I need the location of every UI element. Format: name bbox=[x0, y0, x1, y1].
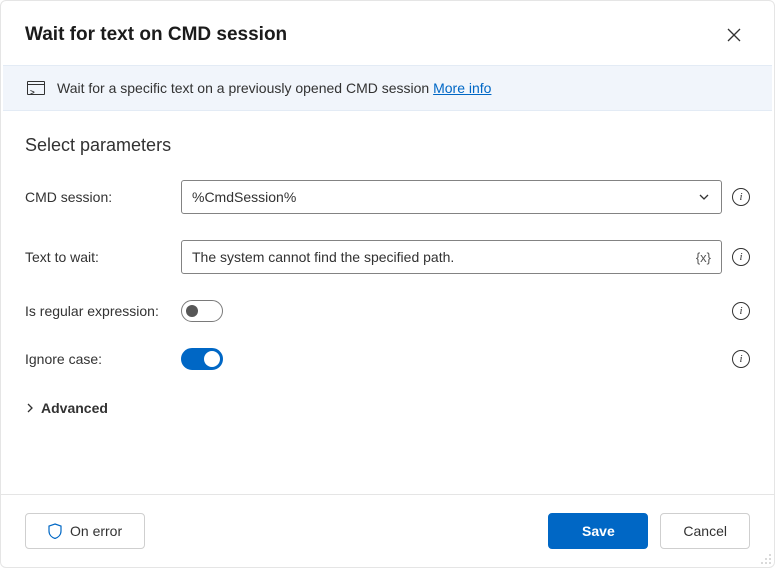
chevron-right-icon bbox=[25, 403, 35, 413]
chevron-down-icon bbox=[697, 190, 711, 204]
close-icon bbox=[727, 28, 741, 42]
footer-actions: Save Cancel bbox=[548, 513, 750, 549]
content-area: Select parameters CMD session: %CmdSessi… bbox=[1, 111, 774, 494]
info-icon[interactable]: i bbox=[732, 248, 750, 266]
advanced-expander[interactable]: Advanced bbox=[25, 396, 750, 420]
text-to-wait-label: Text to wait: bbox=[25, 249, 177, 265]
info-icon[interactable]: i bbox=[732, 302, 750, 320]
text-to-wait-input[interactable]: The system cannot find the specified pat… bbox=[181, 240, 722, 274]
banner-description: Wait for a specific text on a previously… bbox=[57, 80, 433, 96]
is-regex-row: Is regular expression: i bbox=[25, 300, 750, 322]
is-regex-label: Is regular expression: bbox=[25, 303, 177, 319]
save-button[interactable]: Save bbox=[548, 513, 648, 549]
shield-icon bbox=[48, 523, 62, 539]
info-banner: Wait for a specific text on a previously… bbox=[3, 65, 772, 111]
cmd-session-value: %CmdSession% bbox=[192, 189, 296, 205]
variable-icon[interactable]: {x} bbox=[696, 250, 711, 265]
on-error-button[interactable]: On error bbox=[25, 513, 145, 549]
toggle-knob bbox=[204, 351, 220, 367]
dialog-title: Wait for text on CMD session bbox=[25, 24, 287, 46]
more-info-link[interactable]: More info bbox=[433, 80, 491, 96]
info-icon[interactable]: i bbox=[732, 188, 750, 206]
cmd-session-row: CMD session: %CmdSession% i bbox=[25, 180, 750, 214]
info-icon[interactable]: i bbox=[732, 350, 750, 368]
text-to-wait-value: The system cannot find the specified pat… bbox=[192, 249, 454, 265]
text-to-wait-row: Text to wait: The system cannot find the… bbox=[25, 240, 750, 274]
banner-text: Wait for a specific text on a previously… bbox=[57, 80, 491, 96]
cmd-session-label: CMD session: bbox=[25, 189, 177, 205]
advanced-label: Advanced bbox=[41, 400, 108, 416]
cmd-session-select[interactable]: %CmdSession% bbox=[181, 180, 722, 214]
close-button[interactable] bbox=[718, 19, 750, 51]
resize-grip-icon[interactable] bbox=[760, 553, 772, 565]
is-regex-toggle[interactable] bbox=[181, 300, 223, 322]
ignore-case-label: Ignore case: bbox=[25, 351, 177, 367]
dialog-header: Wait for text on CMD session bbox=[1, 1, 774, 65]
ignore-case-row: Ignore case: i bbox=[25, 348, 750, 370]
cmd-icon bbox=[27, 81, 45, 95]
ignore-case-toggle[interactable] bbox=[181, 348, 223, 370]
on-error-label: On error bbox=[70, 523, 122, 539]
toggle-knob bbox=[186, 305, 198, 317]
cancel-button[interactable]: Cancel bbox=[660, 513, 750, 549]
dialog-footer: On error Save Cancel bbox=[1, 494, 774, 567]
section-title: Select parameters bbox=[25, 135, 750, 156]
